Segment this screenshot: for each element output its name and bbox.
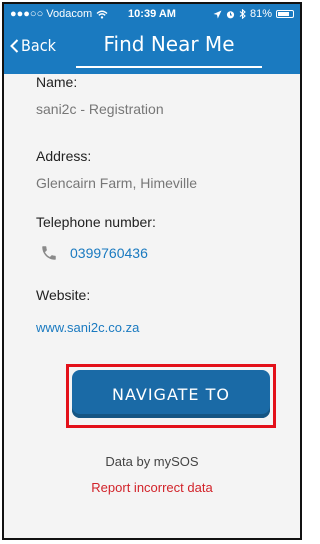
address-label: Address: bbox=[36, 148, 92, 164]
website-label: Website: bbox=[36, 287, 91, 303]
status-left: ●●●○○ Vodacom bbox=[10, 8, 108, 20]
bluetooth-icon bbox=[239, 9, 246, 19]
telephone-label: Telephone number: bbox=[36, 214, 156, 230]
telephone-value: 0399760436 bbox=[70, 245, 148, 261]
status-bar: ●●●○○ Vodacom 10:39 AM 81% bbox=[4, 4, 300, 24]
page-title: Find Near Me bbox=[103, 32, 235, 56]
wifi-icon bbox=[96, 10, 108, 19]
location-arrow-icon bbox=[213, 10, 222, 18]
alarm-icon bbox=[226, 10, 235, 18]
name-value: sani2c - Registration bbox=[36, 101, 164, 117]
navigate-to-button[interactable]: NAVIGATE TO bbox=[72, 370, 270, 418]
data-source-text: Data by mySOS bbox=[105, 454, 199, 469]
name-label: Name: bbox=[36, 74, 78, 90]
chevron-left-icon bbox=[10, 38, 19, 53]
phone-icon bbox=[42, 246, 56, 260]
battery-percent: 81% bbox=[249, 8, 272, 20]
back-button[interactable]: Back bbox=[10, 36, 56, 55]
navigation-bar: Back Find Near Me bbox=[4, 24, 300, 74]
carrier-label: ●●●○○ Vodacom bbox=[10, 8, 93, 20]
back-label: Back bbox=[21, 36, 56, 55]
phone-screen: ●●●○○ Vodacom 10:39 AM 81% Back Find Nea… bbox=[2, 2, 302, 540]
website-link[interactable]: www.sani2c.co.za bbox=[36, 320, 139, 335]
address-value: Glencairn Farm, Himeville bbox=[36, 175, 198, 191]
report-incorrect-data-link[interactable]: Report incorrect data bbox=[4, 480, 300, 495]
battery-fill bbox=[278, 12, 290, 16]
telephone-link[interactable]: 0399760436 bbox=[40, 244, 148, 262]
status-right: 81% bbox=[213, 8, 294, 20]
battery-icon bbox=[276, 10, 294, 18]
title-underline bbox=[76, 66, 262, 68]
